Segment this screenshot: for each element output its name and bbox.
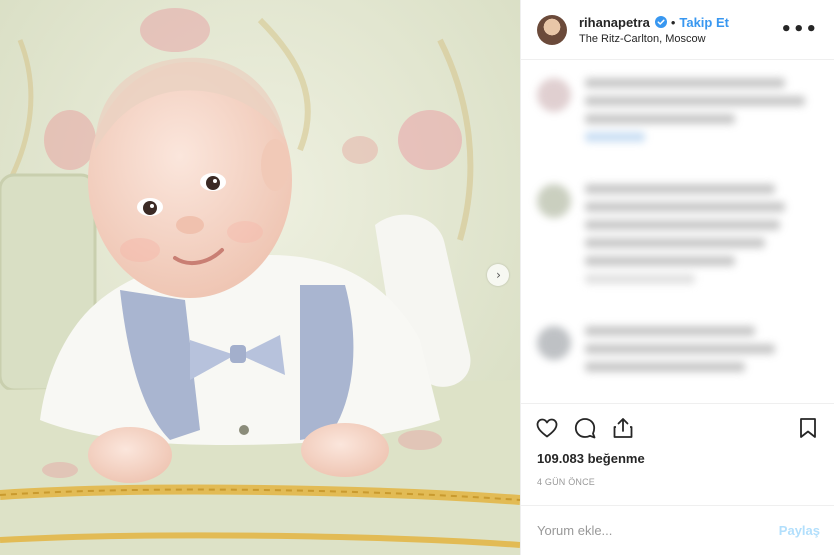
more-options-icon[interactable]: ••• bbox=[780, 19, 818, 40]
verified-badge-icon bbox=[654, 16, 667, 28]
author-info: rihanapetra • Takip Et The Ritz-Carlton,… bbox=[579, 15, 780, 45]
next-photo-button[interactable]: › bbox=[487, 264, 509, 286]
blurred-comments bbox=[537, 78, 818, 380]
username-link[interactable]: rihanapetra bbox=[579, 15, 650, 30]
likes-count[interactable]: 109.083 beğenme bbox=[521, 451, 834, 471]
post-header: rihanapetra • Takip Et The Ritz-Carlton,… bbox=[521, 0, 834, 60]
follow-button[interactable]: Takip Et bbox=[679, 15, 729, 30]
comment-avatar bbox=[537, 78, 571, 112]
comment-text bbox=[585, 184, 785, 292]
comment-avatar bbox=[537, 326, 571, 360]
heart-icon bbox=[536, 418, 558, 437]
comment-composer: Paylaş bbox=[521, 505, 834, 555]
separator-dot: • bbox=[670, 14, 676, 30]
comment-input[interactable] bbox=[537, 523, 779, 538]
like-button[interactable] bbox=[535, 416, 559, 440]
action-bar bbox=[521, 403, 834, 451]
post-photo[interactable]: › bbox=[0, 0, 520, 555]
avatar[interactable] bbox=[537, 14, 567, 45]
comment-text bbox=[585, 326, 775, 380]
comment-text bbox=[585, 78, 805, 150]
comment-item bbox=[537, 78, 818, 150]
post-comment-button[interactable]: Paylaş bbox=[779, 523, 820, 538]
post-sidebar: rihanapetra • Takip Et The Ritz-Carlton,… bbox=[520, 0, 834, 555]
comment-avatar bbox=[537, 184, 571, 218]
comment-button[interactable] bbox=[573, 416, 597, 440]
chevron-right-icon: › bbox=[496, 268, 501, 282]
instagram-post: › rihanapetra • Takip Et The Ritz-Carlto… bbox=[0, 0, 834, 555]
comment-item bbox=[537, 184, 818, 292]
location-link[interactable]: The Ritz-Carlton, Moscow bbox=[579, 33, 780, 45]
post-timestamp[interactable]: 4 GÜN ÖNCE bbox=[521, 477, 834, 491]
comment-item bbox=[537, 326, 818, 380]
bookmark-icon bbox=[800, 417, 816, 438]
save-button[interactable] bbox=[796, 416, 820, 440]
author-line: rihanapetra • Takip Et bbox=[579, 15, 780, 30]
share-button[interactable] bbox=[611, 416, 635, 440]
speech-bubble-icon bbox=[574, 417, 596, 438]
comments-list[interactable] bbox=[521, 60, 834, 403]
share-icon bbox=[613, 417, 633, 438]
baby-photo-illustration bbox=[0, 0, 520, 555]
